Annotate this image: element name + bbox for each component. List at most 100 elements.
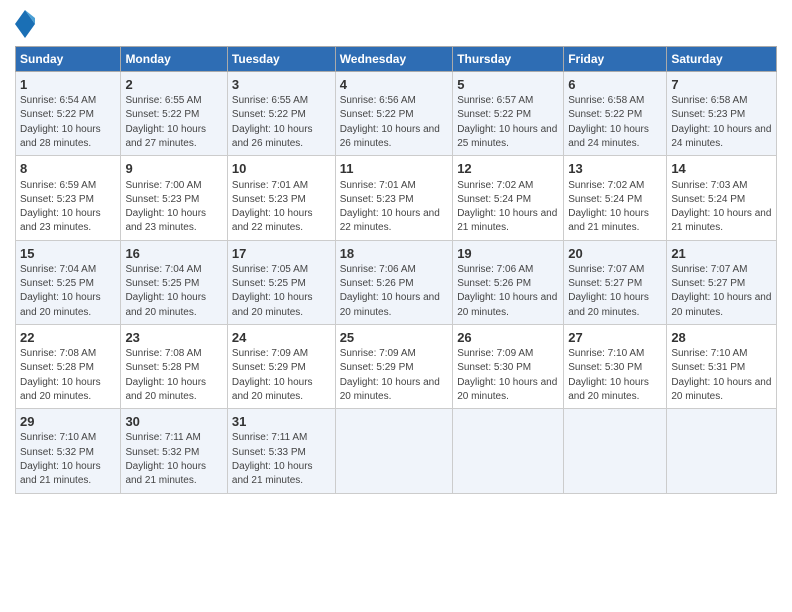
daylight-info: Daylight: 10 hours and 24 minutes. <box>671 124 771 149</box>
sunset-info: Sunset: 5:23 PM <box>20 194 94 205</box>
daylight-info: Daylight: 10 hours and 20 minutes. <box>125 292 206 317</box>
calendar-cell: 13Sunrise: 7:02 AMSunset: 5:24 PMDayligh… <box>564 156 667 240</box>
daylight-info: Daylight: 10 hours and 20 minutes. <box>340 377 440 402</box>
calendar-table: SundayMondayTuesdayWednesdayThursdayFrid… <box>15 46 777 494</box>
sunset-info: Sunset: 5:24 PM <box>568 194 642 205</box>
sunrise-info: Sunrise: 7:11 AM <box>232 432 307 443</box>
week-row-3: 15Sunrise: 7:04 AMSunset: 5:25 PMDayligh… <box>16 240 777 324</box>
day-number: 3 <box>232 76 331 94</box>
sunset-info: Sunset: 5:22 PM <box>340 109 414 120</box>
day-number: 14 <box>671 160 772 178</box>
day-number: 13 <box>568 160 662 178</box>
daylight-info: Daylight: 10 hours and 20 minutes. <box>457 292 557 317</box>
daylight-info: Daylight: 10 hours and 22 minutes. <box>232 208 313 233</box>
sunrise-info: Sunrise: 7:02 AM <box>568 180 644 191</box>
header-wednesday: Wednesday <box>335 47 453 72</box>
sunrise-info: Sunrise: 6:57 AM <box>457 95 533 106</box>
sunrise-info: Sunrise: 7:10 AM <box>568 348 644 359</box>
sunrise-info: Sunrise: 7:09 AM <box>457 348 533 359</box>
day-number: 18 <box>340 245 449 263</box>
sunrise-info: Sunrise: 7:01 AM <box>340 180 416 191</box>
daylight-info: Daylight: 10 hours and 27 minutes. <box>125 124 206 149</box>
calendar-cell: 1Sunrise: 6:54 AMSunset: 5:22 PMDaylight… <box>16 72 121 156</box>
sunset-info: Sunset: 5:27 PM <box>671 278 745 289</box>
sunset-info: Sunset: 5:25 PM <box>125 278 199 289</box>
sunrise-info: Sunrise: 7:06 AM <box>457 264 533 275</box>
sunrise-info: Sunrise: 7:06 AM <box>340 264 416 275</box>
calendar-cell: 27Sunrise: 7:10 AMSunset: 5:30 PMDayligh… <box>564 324 667 408</box>
sunrise-info: Sunrise: 6:54 AM <box>20 95 96 106</box>
sunrise-info: Sunrise: 7:09 AM <box>340 348 416 359</box>
sunrise-info: Sunrise: 7:04 AM <box>125 264 201 275</box>
calendar-cell: 14Sunrise: 7:03 AMSunset: 5:24 PMDayligh… <box>667 156 777 240</box>
sunrise-info: Sunrise: 7:04 AM <box>20 264 96 275</box>
day-number: 11 <box>340 160 449 178</box>
calendar-cell: 30Sunrise: 7:11 AMSunset: 5:32 PMDayligh… <box>121 409 227 493</box>
sunrise-info: Sunrise: 7:08 AM <box>125 348 201 359</box>
day-number: 21 <box>671 245 772 263</box>
sunset-info: Sunset: 5:32 PM <box>125 447 199 458</box>
sunrise-info: Sunrise: 6:56 AM <box>340 95 416 106</box>
header-monday: Monday <box>121 47 227 72</box>
sunrise-info: Sunrise: 6:55 AM <box>125 95 201 106</box>
calendar-header-row: SundayMondayTuesdayWednesdayThursdayFrid… <box>16 47 777 72</box>
sunset-info: Sunset: 5:22 PM <box>232 109 306 120</box>
header-tuesday: Tuesday <box>227 47 335 72</box>
sunset-info: Sunset: 5:23 PM <box>232 194 306 205</box>
calendar-cell: 4Sunrise: 6:56 AMSunset: 5:22 PMDaylight… <box>335 72 453 156</box>
calendar-cell: 23Sunrise: 7:08 AMSunset: 5:28 PMDayligh… <box>121 324 227 408</box>
header-friday: Friday <box>564 47 667 72</box>
daylight-info: Daylight: 10 hours and 24 minutes. <box>568 124 649 149</box>
calendar-cell <box>453 409 564 493</box>
day-number: 23 <box>125 329 222 347</box>
daylight-info: Daylight: 10 hours and 20 minutes. <box>568 377 649 402</box>
day-number: 1 <box>20 76 116 94</box>
sunrise-info: Sunrise: 7:01 AM <box>232 180 308 191</box>
sunset-info: Sunset: 5:22 PM <box>457 109 531 120</box>
daylight-info: Daylight: 10 hours and 20 minutes. <box>20 377 101 402</box>
sunrise-info: Sunrise: 7:05 AM <box>232 264 308 275</box>
sunrise-info: Sunrise: 7:07 AM <box>568 264 644 275</box>
sunset-info: Sunset: 5:28 PM <box>125 362 199 373</box>
calendar-cell: 21Sunrise: 7:07 AMSunset: 5:27 PMDayligh… <box>667 240 777 324</box>
sunset-info: Sunset: 5:23 PM <box>671 109 745 120</box>
calendar-cell: 26Sunrise: 7:09 AMSunset: 5:30 PMDayligh… <box>453 324 564 408</box>
day-number: 19 <box>457 245 559 263</box>
daylight-info: Daylight: 10 hours and 20 minutes. <box>232 292 313 317</box>
sunset-info: Sunset: 5:26 PM <box>340 278 414 289</box>
calendar-cell: 6Sunrise: 6:58 AMSunset: 5:22 PMDaylight… <box>564 72 667 156</box>
day-number: 9 <box>125 160 222 178</box>
header-thursday: Thursday <box>453 47 564 72</box>
logo <box>15 10 37 38</box>
sunrise-info: Sunrise: 6:58 AM <box>671 95 747 106</box>
sunset-info: Sunset: 5:22 PM <box>20 109 94 120</box>
week-row-1: 1Sunrise: 6:54 AM Sunset: 5:22 PM Daylight… <box>16 72 777 156</box>
sunset-info: Sunset: 5:22 PM <box>568 109 642 120</box>
daylight-info: Daylight: 10 hours and 20 minutes. <box>568 292 649 317</box>
logo-icon <box>15 10 35 38</box>
calendar-cell: 17Sunrise: 7:05 AMSunset: 5:25 PMDayligh… <box>227 240 335 324</box>
sunset-info: Sunset: 5:28 PM <box>20 362 94 373</box>
daylight-info: Daylight: 10 hours and 25 minutes. <box>457 124 557 149</box>
day-number: 25 <box>340 329 449 347</box>
daylight-info: Daylight: 10 hours and 21 minutes. <box>20 461 101 486</box>
calendar-cell: 22Sunrise: 7:08 AMSunset: 5:28 PMDayligh… <box>16 324 121 408</box>
sunset-info: Sunset: 5:26 PM <box>457 278 531 289</box>
calendar-cell: 19Sunrise: 7:06 AM Sunset: 5:26 PM Dayligh… <box>453 240 564 324</box>
calendar-cell: 12Sunrise: 7:02 AMSunset: 5:24 PMDayligh… <box>453 156 564 240</box>
header <box>15 10 777 38</box>
week-row-2: 8Sunrise: 6:59 AMSunset: 5:23 PMDaylight… <box>16 156 777 240</box>
page-container: SundayMondayTuesdayWednesdayThursdayFrid… <box>0 0 792 504</box>
header-saturday: Saturday <box>667 47 777 72</box>
day-number: 10 <box>232 160 331 178</box>
sunset-info: Sunset: 5:25 PM <box>20 278 94 289</box>
daylight-info: Daylight: 10 hours and 21 minutes. <box>232 461 313 486</box>
daylight-info: Daylight: 10 hours and 23 minutes. <box>20 208 101 233</box>
sunset-info: Sunset: 5:24 PM <box>671 194 745 205</box>
calendar-cell: 28Sunrise: 7:10 AMSunset: 5:31 PMDayligh… <box>667 324 777 408</box>
day-number: 29 <box>20 413 116 431</box>
calendar-cell: 18Sunrise: 7:06 AMSunset: 5:26 PMDayligh… <box>335 240 453 324</box>
sunset-info: Sunset: 5:23 PM <box>340 194 414 205</box>
calendar-cell: 11Sunrise: 7:01 AMSunset: 5:23 PMDayligh… <box>335 156 453 240</box>
calendar-cell: 2Sunrise: 6:55 AMSunset: 5:22 PMDaylight… <box>121 72 227 156</box>
